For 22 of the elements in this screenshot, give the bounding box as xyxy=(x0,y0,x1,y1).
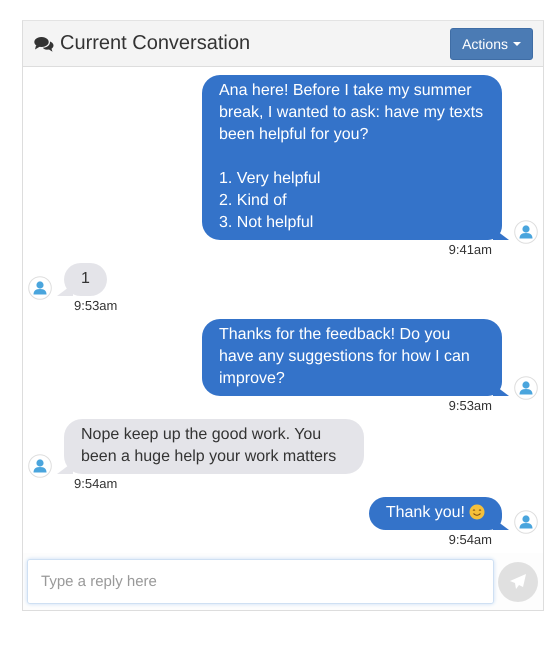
avatar-icon xyxy=(28,276,52,300)
message-text: 1 xyxy=(81,269,90,289)
message-time: 9:53am xyxy=(74,298,118,314)
message-text: Thanks for the feedback! Do you have any suggestions for how I can improve? xyxy=(219,325,471,389)
avatar-icon xyxy=(28,454,52,478)
panel-title: Current Conversation xyxy=(60,32,250,55)
send-icon xyxy=(509,572,527,590)
message-text: Nope keep up the good work. You been a huge help your work matters xyxy=(81,425,338,467)
message-time: 9:53am xyxy=(448,398,492,414)
send-button[interactable] xyxy=(498,562,538,602)
message-time: 9:41am xyxy=(448,242,492,258)
message-text: Ana here! Before I take my summer break, I wanted to ask: have my texts been helpful for you? 1. Very helpful 2. Kind of 3. Not helpful xyxy=(219,81,484,233)
avatar-icon xyxy=(514,376,538,400)
avatar-icon xyxy=(514,220,538,244)
message-time: 9:54am xyxy=(448,532,492,548)
message-time: 9:54am xyxy=(74,476,118,492)
reply-field[interactable]: Type a reply here xyxy=(27,559,494,604)
message-text: Thank you! xyxy=(386,502,485,524)
chat-icon xyxy=(34,36,54,52)
caret-icon xyxy=(513,42,521,46)
avatar-icon xyxy=(514,510,538,534)
actions-button[interactable]: Actions xyxy=(450,28,533,60)
